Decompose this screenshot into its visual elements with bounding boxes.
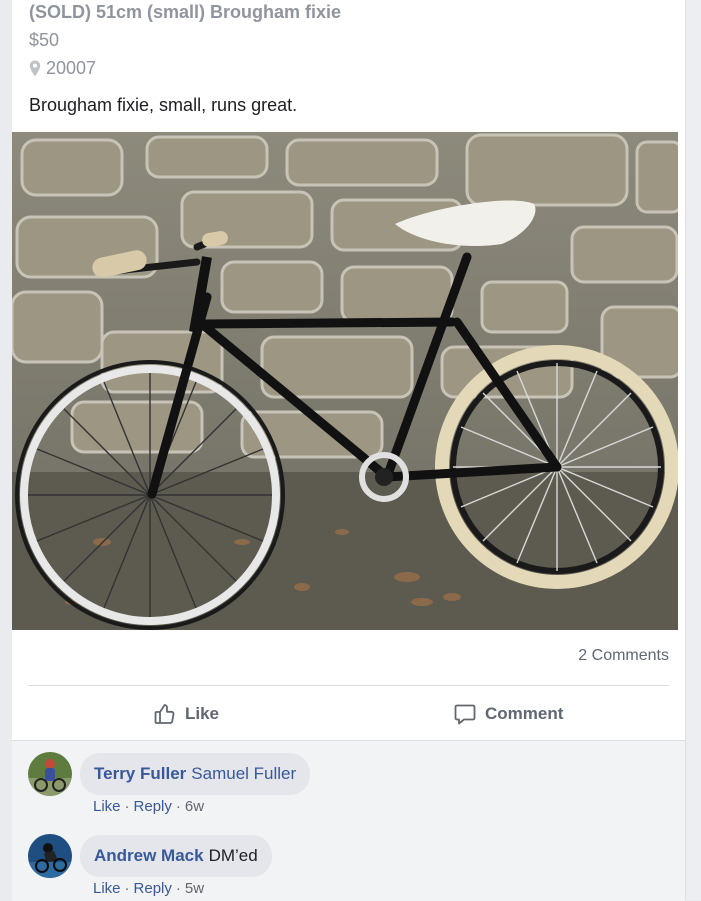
comment-mention[interactable]: Samuel Fuller — [191, 764, 296, 784]
avatar[interactable] — [28, 752, 72, 796]
comment-time[interactable]: 6w — [185, 798, 204, 815]
comment-author[interactable]: Terry Fuller — [94, 764, 186, 784]
listing-title: (SOLD) 51cm (small) Brougham fixie — [29, 2, 342, 22]
listing-description: Brougham fixie, small, runs great. — [29, 95, 298, 115]
divider — [28, 685, 669, 686]
like-label: Like — [185, 704, 220, 723]
location-pin-icon — [29, 60, 41, 77]
bike-photo[interactable] — [12, 132, 678, 630]
like-button[interactable]: Like — [153, 700, 219, 728]
speech-bubble-icon — [454, 704, 476, 725]
comment-button[interactable]: Comment — [453, 700, 563, 728]
comment-meta: Like · Reply · 5w — [93, 880, 205, 897]
comment-like-link[interactable]: Like — [93, 880, 121, 897]
comment-reply-link[interactable]: Reply — [134, 880, 172, 897]
comment-bubble: Andrew Mack DM’ed — [80, 835, 272, 877]
comment-text: DM’ed — [208, 846, 258, 865]
avatar[interactable] — [28, 834, 72, 878]
scrollbar-track[interactable] — [685, 0, 701, 900]
comment-time[interactable]: 5w — [185, 880, 204, 897]
thumbs-up-icon — [154, 704, 175, 724]
marketplace-post-card: (SOLD) 51cm (small) Brougham fixie $50 2… — [12, 0, 685, 901]
comment-label: Comment — [485, 704, 564, 723]
mountain-biker-avatar-icon — [28, 834, 72, 878]
location-zip: 20007 — [46, 58, 97, 78]
comment-bubble: Terry Fuller Samuel Fuller — [80, 753, 311, 795]
comment-like-link[interactable]: Like — [93, 798, 121, 815]
listing-price: $50 — [29, 30, 60, 50]
comment-meta: Like · Reply · 6w — [93, 798, 205, 815]
cyclist-avatar-icon — [28, 752, 72, 796]
comments-section: Terry Fuller Samuel Fuller Like · Reply · 6w… — [12, 740, 685, 901]
comments-count-link[interactable]: 2 Comments — [578, 647, 669, 665]
listing-location: 20007 — [29, 58, 96, 79]
comment-reply-link[interactable]: Reply — [134, 798, 172, 815]
comment-author[interactable]: Andrew Mack — [94, 846, 204, 866]
